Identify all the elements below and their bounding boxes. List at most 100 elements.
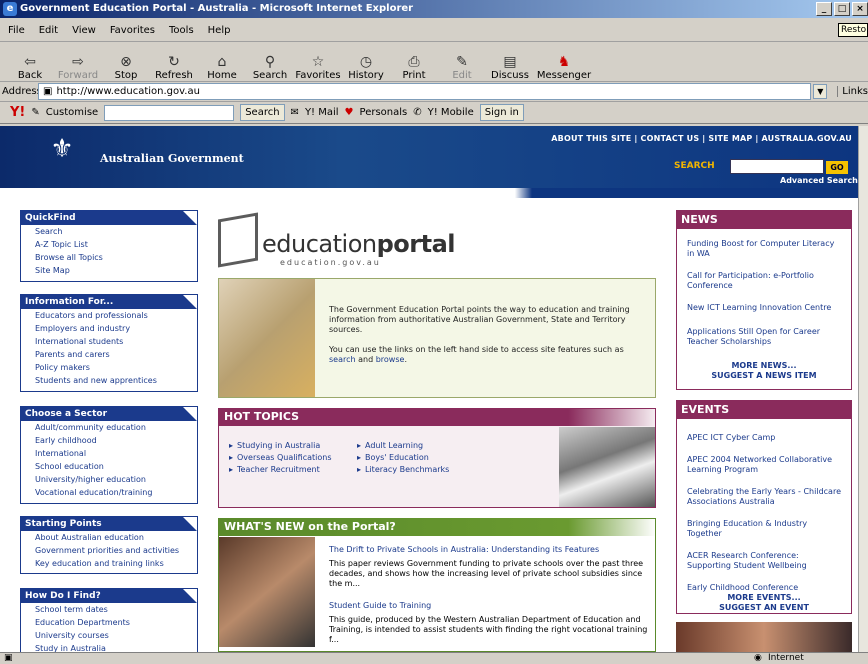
nav-link[interactable]: Students and new apprentices — [21, 374, 197, 387]
go-button[interactable]: GO — [826, 161, 848, 174]
nav-link[interactable]: Adult/community education — [21, 421, 197, 434]
news-item-title[interactable]: Student Guide to Training — [329, 601, 649, 611]
search-button[interactable]: ⚲ Search — [248, 54, 292, 81]
news-item-title[interactable]: The Drift to Private Schools in Australi… — [329, 545, 649, 555]
nav-link[interactable]: A-Z Topic List — [21, 238, 197, 251]
minimize-button[interactable]: _ — [816, 2, 832, 16]
nav-link[interactable]: Education Departments — [21, 616, 197, 629]
sign-in-button[interactable]: Sign in — [479, 104, 524, 121]
nav-how-do-i-find: How Do I Find? School term dates Educati… — [20, 588, 198, 652]
nav-link[interactable]: School education — [21, 460, 197, 473]
nav-link[interactable]: Early childhood — [21, 434, 197, 447]
customise-button[interactable]: Customise — [46, 107, 98, 118]
more-news-link[interactable]: MORE NEWS... — [677, 361, 851, 371]
news-item-body: This paper reviews Government funding to… — [329, 559, 644, 588]
yahoo-search-button[interactable]: Search — [240, 104, 285, 121]
nav-link[interactable]: Browse all Topics — [21, 251, 197, 264]
nav-link[interactable]: Search — [21, 225, 197, 238]
advanced-search-link[interactable]: Advanced Search — [780, 176, 858, 185]
site-search-input[interactable] — [730, 159, 824, 174]
nav-link[interactable]: Government priorities and activities — [21, 544, 197, 557]
yahoo-logo-icon[interactable]: Y! — [10, 105, 25, 120]
home-button[interactable]: ⌂ Home — [200, 54, 244, 81]
nav-link[interactable]: Vocational education/training — [21, 486, 197, 499]
menu-tools[interactable]: Tools — [169, 25, 194, 36]
menu-help[interactable]: Help — [208, 25, 231, 36]
suggest-news-link[interactable]: SUGGEST A NEWS ITEM — [677, 371, 851, 381]
edit-button[interactable]: ✎ Edit — [440, 54, 484, 81]
menu-bar: File Edit View Favorites Tools Help Rest… — [0, 20, 868, 42]
close-button[interactable]: × — [852, 2, 868, 16]
intro-browse-link[interactable]: browse — [376, 355, 405, 364]
menu-edit[interactable]: Edit — [39, 25, 58, 36]
nav-link[interactable]: University/higher education — [21, 473, 197, 486]
event-link[interactable]: APEC 2004 Networked Collaborative Learni… — [677, 455, 851, 475]
mobile-icon: ✆ — [413, 107, 422, 118]
yahoo-mobile-button[interactable]: Y! Mobile — [428, 107, 474, 118]
stop-button[interactable]: ⊗ Stop — [104, 54, 148, 81]
address-bar: Address ▣ http://www.education.gov.au ▼ … — [0, 82, 868, 102]
news-link[interactable]: New ICT Learning Innovation Centre — [677, 303, 851, 313]
bullet-icon: ▸ — [357, 441, 362, 450]
address-input[interactable]: ▣ http://www.education.gov.au — [38, 83, 812, 100]
nav-starting-points: Starting Points About Australian educati… — [20, 516, 198, 574]
nav-link[interactable]: Study in Australia — [21, 642, 197, 652]
hot-topic-link[interactable]: Literacy Benchmarks — [365, 465, 449, 474]
menu-file[interactable]: File — [8, 25, 25, 36]
event-link[interactable]: Bringing Education & Industry Together — [677, 519, 851, 539]
event-link[interactable]: ACER Research Conference: Supporting Stu… — [677, 551, 851, 571]
event-link[interactable]: Early Childhood Conference — [677, 583, 851, 593]
nav-link[interactable]: University courses — [21, 629, 197, 642]
history-button[interactable]: ◷ History — [344, 54, 388, 81]
print-button[interactable]: ⎙ Print — [392, 54, 436, 81]
forward-arrow-icon: ⇨ — [72, 54, 84, 70]
suggest-event-link[interactable]: SUGGEST AN EVENT — [677, 603, 851, 613]
hot-topic-link[interactable]: Studying in Australia — [237, 441, 320, 450]
address-dropdown[interactable]: ▼ — [813, 84, 828, 99]
messenger-button[interactable]: ♞ Messenger — [536, 54, 592, 81]
nav-link[interactable]: Employers and industry — [21, 322, 197, 335]
back-button[interactable]: ⇦ Back — [8, 54, 52, 81]
nav-link[interactable]: Policy makers — [21, 361, 197, 374]
hot-topics-panel: HOT TOPICS Studying in Australia Oversea… — [218, 408, 656, 508]
forward-button[interactable]: ⇨ Forward — [56, 54, 100, 81]
nav-link[interactable]: About Australian education — [21, 531, 197, 544]
education-portal-logo[interactable]: educationportal education.gov.au — [218, 212, 518, 272]
news-link[interactable]: Call for Participation: e-Portfolio Conf… — [677, 271, 851, 291]
standard-toolbar: ⇦ Back ⇨ Forward ⊗ Stop ↻ Refresh ⌂ Home ⚲ Sea… — [0, 44, 868, 82]
nav-link[interactable]: Site Map — [21, 264, 197, 277]
children-photo — [676, 622, 852, 652]
vertical-scrollbar[interactable] — [858, 126, 868, 652]
news-link[interactable]: Applications Still Open for Career Teach… — [677, 327, 851, 347]
refresh-icon: ↻ — [168, 54, 180, 70]
nav-link[interactable]: International — [21, 447, 197, 460]
yahoo-mail-button[interactable]: Y! Mail — [305, 107, 339, 118]
menu-favorites[interactable]: Favorites — [110, 25, 155, 36]
nav-link[interactable]: International students — [21, 335, 197, 348]
top-links[interactable]: ABOUT THIS SITE | CONTACT US | SITE MAP … — [551, 134, 852, 143]
more-events-link[interactable]: MORE EVENTS... — [677, 593, 851, 603]
refresh-button[interactable]: ↻ Refresh — [152, 54, 196, 81]
nav-link[interactable]: School term dates — [21, 603, 197, 616]
nav-link[interactable]: Key education and training links — [21, 557, 197, 570]
news-link[interactable]: Funding Boost for Computer Literacy in W… — [677, 239, 851, 259]
menu-view[interactable]: View — [72, 25, 96, 36]
nav-link[interactable]: Educators and professionals — [21, 309, 197, 322]
links-button[interactable]: Links — [837, 86, 868, 97]
hot-topic-link[interactable]: Overseas Qualifications — [237, 453, 332, 462]
intro-paragraph: The Government Education Portal points t… — [329, 305, 630, 334]
hot-topic-link[interactable]: Adult Learning — [365, 441, 423, 450]
hot-topic-link[interactable]: Teacher Recruitment — [237, 465, 320, 474]
maximize-button[interactable]: □ — [834, 2, 850, 16]
news-panel: NEWS Funding Boost for Computer Literacy… — [676, 210, 852, 390]
edit-icon: ✎ — [456, 54, 468, 70]
intro-search-link[interactable]: search — [329, 355, 356, 364]
event-link[interactable]: Celebrating the Early Years - Childcare … — [677, 487, 851, 507]
nav-link[interactable]: Parents and carers — [21, 348, 197, 361]
hot-topic-link[interactable]: Boys' Education — [365, 453, 429, 462]
event-link[interactable]: APEC ICT Cyber Camp — [677, 433, 851, 443]
discuss-button[interactable]: ▤ Discuss — [488, 54, 532, 81]
yahoo-search-input[interactable] — [104, 104, 235, 121]
yahoo-personals-button[interactable]: Personals — [360, 107, 408, 118]
favorites-button[interactable]: ☆ Favorites — [295, 54, 340, 81]
